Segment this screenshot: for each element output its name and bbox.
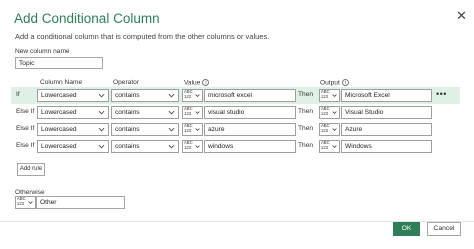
output-type-icon[interactable]: ABC 123	[319, 89, 340, 102]
value-input[interactable]: windows	[204, 140, 296, 153]
rule-row: Else If Lowercased contains ABC 123 azur…	[11, 121, 460, 138]
output-input[interactable]: Windows	[341, 140, 432, 153]
rule-label: Else If	[16, 125, 35, 132]
chevron-down-icon	[195, 111, 200, 114]
type-icon-bottom: 123	[184, 94, 191, 99]
rule-row: If Lowercased contains ABC 123 microsoft…	[11, 87, 460, 104]
type-icon-bottom: 123	[321, 145, 328, 150]
operator-header: Operator	[113, 79, 140, 86]
value-header: Value i	[184, 79, 210, 87]
column-name-value: Lowercased	[41, 126, 77, 133]
column-name-select[interactable]: Lowercased	[37, 123, 109, 136]
chevron-down-icon	[98, 144, 105, 149]
dialog-subtitle: Add a conditional column that is compute…	[15, 32, 270, 41]
chevron-down-icon	[168, 110, 175, 115]
rule-row: Else If Lowercased contains ABC 123 visu…	[11, 104, 460, 121]
new-column-name-input[interactable]: Topic	[15, 57, 103, 69]
chevron-down-icon	[332, 94, 337, 97]
value-header-label: Value	[184, 79, 201, 87]
rule-row: Else If Lowercased contains ABC 123 wind…	[11, 138, 460, 155]
chevron-down-icon	[332, 128, 337, 131]
column-name-value: Lowercased	[41, 92, 77, 99]
column-name-value: Lowercased	[41, 143, 77, 150]
operator-select[interactable]: contains	[111, 106, 179, 119]
operator-select[interactable]: contains	[111, 140, 179, 153]
output-input[interactable]: Azure	[341, 123, 432, 136]
operator-select[interactable]: contains	[111, 123, 179, 136]
rule-label: If	[16, 91, 20, 98]
chevron-down-icon	[332, 111, 337, 114]
value-input[interactable]: visual studio	[204, 106, 296, 119]
column-name-select[interactable]: Lowercased	[37, 106, 109, 119]
chevron-down-icon	[98, 110, 105, 115]
chevron-down-icon	[195, 128, 200, 131]
type-icon-bottom: 123	[184, 111, 191, 116]
output-header: Output i	[320, 79, 349, 86]
value-type-icon[interactable]: ABC 123	[182, 140, 203, 153]
type-icon-bottom: 123	[321, 111, 328, 116]
chevron-down-icon	[168, 144, 175, 149]
type-icon-bottom: 123	[17, 201, 24, 206]
type-icon-bottom: 123	[321, 94, 328, 99]
value-type-icon[interactable]: ABC 123	[182, 123, 203, 136]
output-input[interactable]: Microsoft Excel	[341, 89, 432, 102]
chevron-down-icon	[332, 145, 337, 148]
otherwise-input[interactable]: Other	[36, 196, 125, 209]
type-icon-bottom: 123	[321, 128, 328, 133]
ellipsis-icon[interactable]: •••	[436, 89, 447, 99]
value-type-icon[interactable]: ABC 123	[182, 89, 203, 102]
otherwise-type-icon[interactable]: ABC 123	[15, 196, 36, 209]
output-type-icon[interactable]: ABC 123	[319, 140, 340, 153]
then-label: Then	[298, 91, 314, 98]
type-icon-bottom: 123	[184, 128, 191, 133]
value-type-icon[interactable]: ABC 123	[182, 106, 203, 119]
column-name-select[interactable]: Lowercased	[37, 140, 109, 153]
chevron-down-icon	[195, 94, 200, 97]
operator-value: contains	[115, 143, 140, 150]
chevron-down-icon	[168, 127, 175, 132]
rule-label: Else If	[16, 142, 35, 149]
chevron-down-icon	[168, 93, 175, 98]
close-icon[interactable]: ✕	[456, 9, 467, 22]
otherwise-label: Otherwise	[15, 189, 45, 196]
add-rule-button[interactable]: Add rule	[17, 163, 45, 176]
operator-select[interactable]: contains	[111, 89, 179, 102]
then-label: Then	[298, 125, 314, 132]
type-icon-bottom: 123	[184, 145, 191, 150]
column-name-header: Column Name	[40, 79, 83, 86]
operator-value: contains	[115, 109, 140, 116]
operator-value: contains	[115, 126, 140, 133]
new-column-name-label: New column name	[15, 48, 70, 55]
chevron-down-icon	[98, 93, 105, 98]
dialog-title: Add Conditional Column	[14, 11, 160, 26]
chevron-down-icon	[195, 145, 200, 148]
ok-button[interactable]: OK	[393, 222, 420, 236]
column-name-select[interactable]: Lowercased	[37, 89, 109, 102]
then-label: Then	[298, 142, 314, 149]
add-conditional-column-dialog: Add Conditional Column ✕ Add a condition…	[0, 0, 474, 249]
output-input[interactable]: Visual Studio	[341, 106, 432, 119]
operator-value: contains	[115, 92, 140, 99]
chevron-down-icon	[28, 201, 33, 204]
chevron-down-icon	[98, 127, 105, 132]
value-input[interactable]: azure	[204, 123, 296, 136]
output-type-icon[interactable]: ABC 123	[319, 123, 340, 136]
value-input[interactable]: microsoft excel	[204, 89, 296, 102]
output-type-icon[interactable]: ABC 123	[319, 106, 340, 119]
column-name-value: Lowercased	[41, 109, 77, 116]
info-icon[interactable]: i	[202, 79, 210, 86]
rule-label: Else If	[16, 108, 35, 115]
output-header-label: Output	[320, 79, 340, 87]
cancel-button[interactable]: Cancel	[427, 222, 461, 236]
info-icon[interactable]: i	[341, 79, 349, 86]
then-label: Then	[298, 108, 314, 115]
